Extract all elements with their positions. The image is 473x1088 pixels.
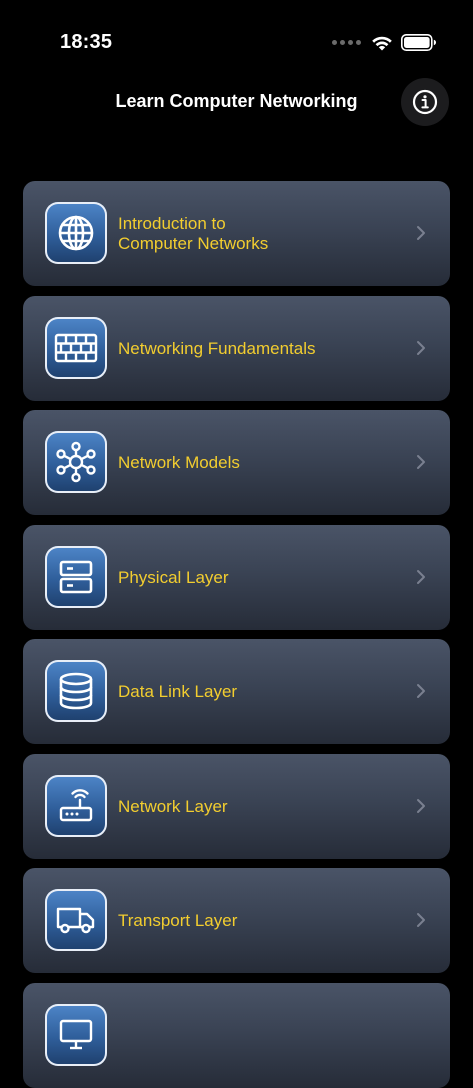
chevron-right-icon <box>417 341 425 355</box>
info-button[interactable] <box>401 78 449 126</box>
monitor-icon <box>59 1019 93 1050</box>
chevron-right-icon <box>417 455 425 469</box>
topic-row-physical-layer[interactable]: Physical Layer <box>23 525 450 630</box>
topic-label: Data Link Layer <box>118 681 238 701</box>
database-icon <box>59 672 93 710</box>
topic-label: Networking Fundamentals <box>118 338 316 358</box>
topic-label: Introduction to Computer Networks <box>118 213 269 253</box>
topic-row-partial[interactable] <box>23 983 450 1088</box>
topic-label: Physical Layer <box>118 567 229 587</box>
chevron-right-icon <box>417 570 425 584</box>
wifi-icon <box>372 36 392 50</box>
router-icon <box>59 789 93 822</box>
topic-label: Network Layer <box>118 796 228 816</box>
topic-icon-tile <box>45 889 107 951</box>
truck-icon <box>56 907 95 934</box>
topic-row-network-layer[interactable]: Network Layer <box>23 754 450 859</box>
chevron-right-icon <box>417 226 425 240</box>
topic-icon-tile <box>45 660 107 722</box>
topic-icon-tile <box>45 546 107 608</box>
topic-row-transport-layer[interactable]: Transport Layer <box>23 868 450 973</box>
topic-icon-tile <box>45 1004 107 1066</box>
topic-label: Network Models <box>118 452 240 472</box>
status-bar: 18:35 <box>0 0 473 80</box>
topic-icon-tile <box>45 431 107 493</box>
status-time: 18:35 <box>60 31 113 53</box>
topic-label <box>118 983 388 1088</box>
topic-icon-tile <box>45 202 107 264</box>
topic-label: Transport Layer <box>118 910 238 930</box>
network-hub-icon <box>56 441 96 483</box>
battery-icon <box>401 34 436 51</box>
server-icon <box>59 560 93 594</box>
cellular-signal-icon <box>332 40 361 45</box>
chevron-right-icon <box>417 684 425 698</box>
topic-icon-tile <box>45 775 107 837</box>
chevron-right-icon <box>417 799 425 813</box>
topic-row-data-link-layer[interactable]: Data Link Layer <box>23 639 450 744</box>
status-icons <box>332 34 437 51</box>
globe-icon <box>58 215 94 251</box>
topic-row-network-models[interactable]: Network Models <box>23 410 450 515</box>
info-icon <box>412 89 438 115</box>
topic-row-networking-fundamentals[interactable]: Networking Fundamentals <box>23 296 450 401</box>
topic-icon-tile <box>45 317 107 379</box>
topic-row-introduction[interactable]: Introduction to Computer Networks <box>23 181 450 286</box>
firewall-icon <box>54 333 98 363</box>
chevron-right-icon <box>417 913 425 927</box>
